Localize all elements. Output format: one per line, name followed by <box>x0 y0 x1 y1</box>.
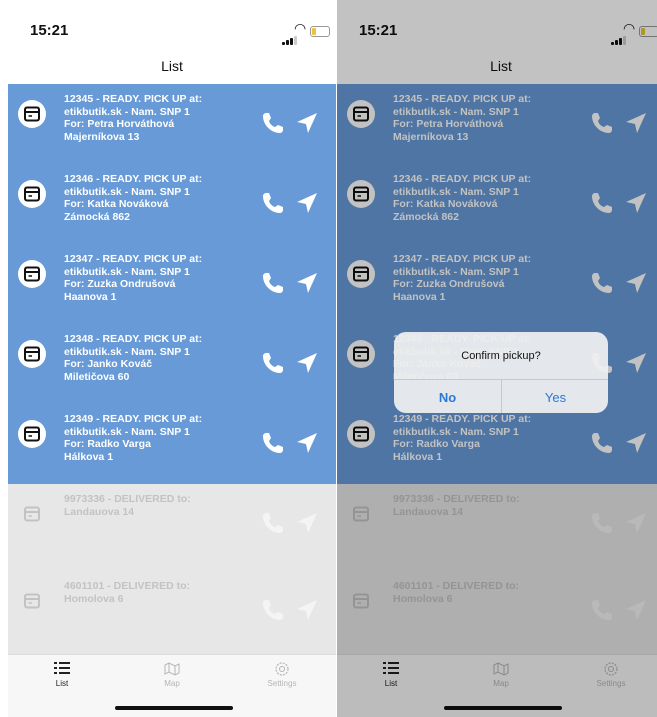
tab-settings[interactable]: Settings <box>242 661 322 688</box>
page-title: List <box>161 58 183 74</box>
home-indicator <box>115 706 233 710</box>
tab-list[interactable]: List <box>22 661 102 688</box>
no-button[interactable]: No <box>394 390 501 405</box>
screen-list: 15:21 ◠ List 12345 - READY. PICK UP at: … <box>8 0 336 717</box>
list-item[interactable]: 12345 - READY. PICK UP at: etikbutik.sk … <box>8 84 336 164</box>
wifi-icon: ◠ <box>294 20 307 36</box>
list-item[interactable]: 12346 - READY. PICK UP at: etikbutik.sk … <box>8 164 336 244</box>
order-text: 4601101 - DELIVERED to: Homolova 6 <box>64 580 191 605</box>
phone-icon[interactable] <box>260 430 286 456</box>
navigate-icon[interactable] <box>294 190 320 216</box>
package-icon <box>24 593 40 609</box>
tab-label: Settings <box>267 679 297 688</box>
list-item[interactable]: 12348 - READY. PICK UP at: etikbutik.sk … <box>8 324 336 404</box>
status-bar: 15:21 ◠ <box>8 0 336 50</box>
package-icon <box>24 506 40 522</box>
yes-button[interactable]: Yes <box>502 390 608 405</box>
screen-list-confirm: 15:21 ◠ List 12345 - READY. PICK UP at: … <box>337 0 657 717</box>
list-item[interactable]: 12347 - READY. PICK UP at: etikbutik.sk … <box>8 244 336 324</box>
list-item[interactable]: 9973336 - DELIVERED to: Landauova 14 <box>8 484 336 571</box>
battery-icon <box>310 26 330 37</box>
order-text: 12349 - READY. PICK UP at: etikbutik.sk … <box>64 413 203 463</box>
dialog-message: Confirm pickup? <box>461 350 541 362</box>
navigate-icon[interactable] <box>294 350 320 376</box>
order-text: 12348 - READY. PICK UP at: etikbutik.sk … <box>64 333 203 383</box>
status-time: 15:21 <box>30 22 69 39</box>
tab-map[interactable]: Map <box>132 661 212 688</box>
order-text: 9973336 - DELIVERED to: Landauova 14 <box>64 493 191 518</box>
package-icon <box>18 180 46 208</box>
navigate-icon[interactable] <box>294 430 320 456</box>
navigate-icon[interactable] <box>294 110 320 136</box>
package-icon <box>18 100 46 128</box>
package-icon <box>18 260 46 288</box>
navigate-icon[interactable] <box>294 510 320 536</box>
confirm-dialog: Confirm pickup? No Yes <box>394 332 608 413</box>
order-text: 12347 - READY. PICK UP at: etikbutik.sk … <box>64 253 203 303</box>
list-item[interactable]: 4601101 - DELIVERED to: Homolova 6 <box>8 571 336 654</box>
tab-label: List <box>55 679 69 688</box>
list-icon <box>54 662 70 674</box>
package-icon <box>18 340 46 368</box>
navigate-icon[interactable] <box>294 270 320 296</box>
phone-icon[interactable] <box>260 270 286 296</box>
phone-icon[interactable] <box>260 510 286 536</box>
list-item[interactable]: 12349 - READY. PICK UP at: etikbutik.sk … <box>8 404 336 484</box>
phone-icon[interactable] <box>260 110 286 136</box>
order-text: 12345 - READY. PICK UP at: etikbutik.sk … <box>64 93 203 143</box>
map-icon <box>164 662 180 676</box>
phone-icon[interactable] <box>260 597 286 623</box>
package-icon <box>18 420 46 448</box>
order-text: 12346 - READY. PICK UP at: etikbutik.sk … <box>64 173 203 223</box>
navigate-icon[interactable] <box>294 597 320 623</box>
tab-label: Map <box>164 679 180 688</box>
order-list[interactable]: 12345 - READY. PICK UP at: etikbutik.sk … <box>8 84 336 654</box>
phone-icon[interactable] <box>260 350 286 376</box>
gear-icon <box>275 662 289 676</box>
phone-icon[interactable] <box>260 190 286 216</box>
